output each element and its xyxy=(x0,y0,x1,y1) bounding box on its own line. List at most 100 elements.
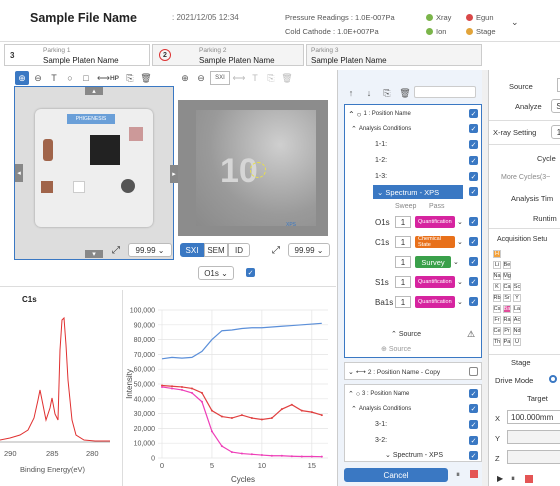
zoom-in-icon[interactable]: ⊕ xyxy=(15,71,29,85)
sweep-input[interactable]: 1 xyxy=(395,296,411,308)
pass-select[interactable]: Chemical State xyxy=(415,236,455,248)
mode-id[interactable]: ID xyxy=(228,243,250,257)
tab-parking-3[interactable]: Parking 3 Sample Platen Name xyxy=(306,44,482,66)
sweep-input[interactable]: 1 xyxy=(395,276,411,288)
spectrum-checkbox[interactable]: ✓ xyxy=(469,187,478,196)
right-arrow-icon[interactable]: ▸ xyxy=(170,165,178,183)
zoom-out-icon[interactable]: ⊖ xyxy=(31,71,45,85)
element-cell[interactable]: H xyxy=(493,250,501,258)
position-row[interactable]: ⌃ ○ 1 : Position Name xyxy=(348,108,488,120)
x-input[interactable]: 100.000mm xyxy=(507,410,560,424)
chevron-down-icon[interactable]: ⌄ xyxy=(511,17,519,28)
element-cell[interactable]: Ac xyxy=(513,316,521,324)
sub-checkbox[interactable]: ✓ xyxy=(469,436,478,445)
platen-view[interactable]: PHIGENESIS ◂ ▴ ▾ xyxy=(14,86,174,260)
up-arrow-icon[interactable]: ▴ xyxy=(85,87,103,95)
element-cell[interactable]: Be xyxy=(503,261,511,269)
recipe-search-input[interactable] xyxy=(414,86,476,98)
sub-checkbox[interactable]: ✓ xyxy=(469,140,478,149)
trash-icon[interactable]: 🗑 xyxy=(398,86,412,100)
tab-parking-2[interactable]: 2 Parking 2 Sample Platen Name xyxy=(152,44,304,66)
element-cell[interactable]: Sc xyxy=(513,283,521,291)
expand-icon[interactable]: ⤢ xyxy=(272,245,280,256)
pass-select[interactable]: Quantification xyxy=(415,216,455,228)
element-cell[interactable]: Ce xyxy=(493,327,501,335)
pass-select[interactable]: Survey xyxy=(415,256,451,268)
chevron-down-icon[interactable]: ⌄ xyxy=(453,258,459,266)
sub-checkbox[interactable]: ✓ xyxy=(469,156,478,165)
analyze-select[interactable]: S xyxy=(551,99,560,113)
chevron-down-icon[interactable]: ⌄ xyxy=(457,218,463,226)
sweep-input[interactable]: 1 xyxy=(395,256,411,268)
trash-icon[interactable]: 🗑 xyxy=(280,71,294,85)
position-checkbox[interactable]: ✓ xyxy=(469,389,478,398)
copy-icon[interactable]: ⎘ xyxy=(380,86,394,100)
sub-checkbox[interactable]: ✓ xyxy=(469,420,478,429)
stop-icon[interactable] xyxy=(525,475,533,483)
xray-select[interactable]: 1 xyxy=(551,125,560,139)
element-checkbox[interactable]: ✓ xyxy=(246,268,255,277)
element-cell[interactable]: Ca xyxy=(503,283,511,291)
element-cell[interactable]: Th xyxy=(493,338,501,346)
chevron-down-icon[interactable]: ⌄ xyxy=(457,238,463,246)
trash-icon[interactable]: 🗑 xyxy=(139,71,153,85)
pause-icon[interactable]: ⏸ xyxy=(511,474,515,484)
element-cell[interactable]: Nd xyxy=(513,327,521,335)
element-cell[interactable]: Na xyxy=(493,272,501,280)
zoom-in-icon[interactable]: ⊕ xyxy=(178,71,192,85)
sweep-input[interactable]: 1 xyxy=(395,216,411,228)
zoom-out-icon[interactable]: ⊖ xyxy=(194,71,208,85)
element-checkbox[interactable]: ✓ xyxy=(469,297,478,306)
play-icon[interactable]: ▶ xyxy=(497,474,503,483)
mode-sem[interactable]: SEM xyxy=(204,243,228,257)
tab-parking-1[interactable]: 3 Parking 1 Sample Platen Name xyxy=(4,44,150,66)
position-row[interactable]: ⌃ ○ 3 : Position Name xyxy=(348,388,488,400)
spectrum-xps-row[interactable]: ⌄ Spectrum - XPS xyxy=(373,185,463,199)
element-cell[interactable]: Rb xyxy=(493,294,501,302)
element-cell[interactable]: Fr xyxy=(493,316,501,324)
chevron-down-icon[interactable]: ⌄ xyxy=(457,298,463,306)
sub-checkbox[interactable]: ✓ xyxy=(469,172,478,181)
element-checkbox[interactable]: ✓ xyxy=(469,277,478,286)
copy-icon[interactable]: ⎘ xyxy=(264,71,278,85)
y-input[interactable] xyxy=(507,430,560,444)
position-card-2[interactable]: ⌄ ⟷ 2 : Position Name - Copy xyxy=(344,362,482,380)
element-cell[interactable]: Y xyxy=(513,294,521,302)
sxi-image[interactable]: 10 XPS xyxy=(178,100,328,236)
square-icon[interactable]: □ xyxy=(79,71,93,85)
element-cell[interactable]: Li xyxy=(493,261,501,269)
sweep-input[interactable]: 1 xyxy=(395,236,411,248)
line-icon[interactable]: ⟷ xyxy=(232,71,246,85)
z-input[interactable] xyxy=(507,450,560,464)
zoom-select[interactable]: 99.99 ⌄ xyxy=(128,243,172,257)
element-checkbox[interactable]: ✓ xyxy=(469,217,478,226)
element-cell[interactable]: Sr xyxy=(503,294,511,302)
text-icon[interactable]: T xyxy=(47,71,61,85)
mode-sxi[interactable]: SXI xyxy=(180,243,204,257)
conditions-checkbox[interactable]: ✓ xyxy=(469,404,478,413)
copy-icon[interactable]: ⎘ xyxy=(123,71,137,85)
expand-icon[interactable]: ⤢ xyxy=(112,245,120,256)
arrow-down-icon[interactable]: ↓ xyxy=(362,86,376,100)
arrow-up-icon[interactable]: ↑ xyxy=(344,86,358,100)
element-select[interactable]: O1s ⌄ xyxy=(198,266,234,280)
element-cell[interactable]: Cs xyxy=(493,305,501,313)
position-checkbox[interactable] xyxy=(469,367,478,376)
element-cell[interactable]: Mg xyxy=(503,272,511,280)
zoom-select[interactable]: 99.99 ⌄ xyxy=(288,243,330,257)
left-arrow-icon[interactable]: ◂ xyxy=(15,164,23,182)
panel-scrollbar[interactable] xyxy=(482,70,488,486)
element-cell[interactable]: Pa xyxy=(503,338,511,346)
down-arrow-icon[interactable]: ▾ xyxy=(85,250,103,258)
crosshair-icon[interactable] xyxy=(250,162,266,178)
element-cell[interactable]: La xyxy=(513,305,521,313)
circle-icon[interactable]: ○ xyxy=(63,71,77,85)
element-cell[interactable]: Ra xyxy=(503,316,511,324)
drive-mode-radio[interactable] xyxy=(549,375,557,383)
conditions-checkbox[interactable]: ✓ xyxy=(469,124,478,133)
pass-select[interactable]: Quantification xyxy=(415,296,455,308)
pause-icon[interactable]: ⏸ xyxy=(456,470,460,480)
position-checkbox[interactable]: ✓ xyxy=(469,109,478,118)
spectrum-checkbox[interactable]: ✓ xyxy=(469,451,478,460)
chevron-down-icon[interactable]: ⌄ xyxy=(457,278,463,286)
